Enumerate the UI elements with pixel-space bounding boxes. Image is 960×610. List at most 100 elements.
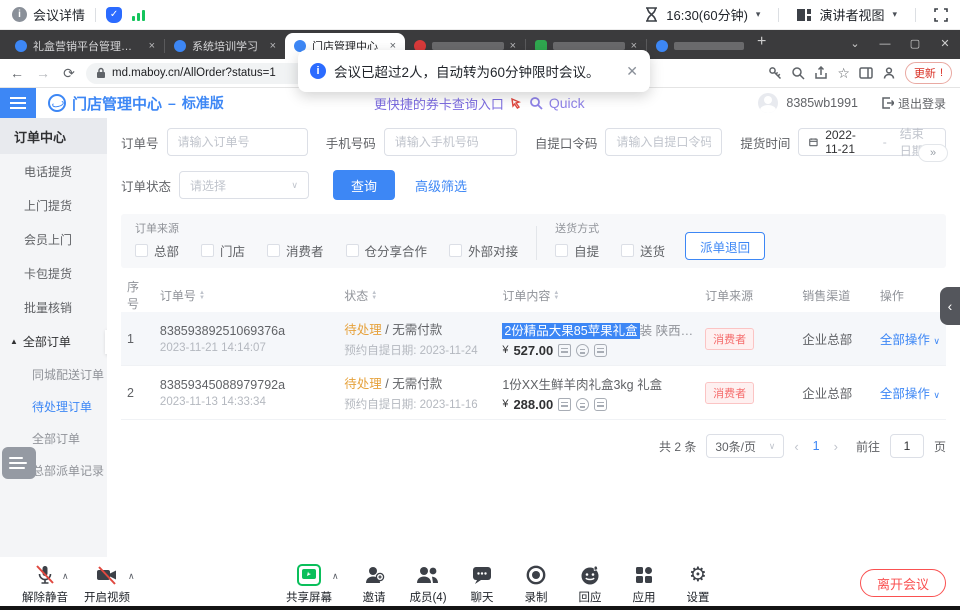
browser-tab-1[interactable]: 礼盒营销平台管理中心 ×	[6, 33, 164, 59]
leave-meeting-button[interactable]: 离开会议	[860, 569, 946, 597]
hamburger-menu-icon[interactable]	[0, 88, 36, 118]
sidebar-item-phone-pickup[interactable]: 电话提货	[0, 154, 107, 188]
invoice-icon[interactable]	[558, 398, 571, 411]
gift-icon[interactable]	[576, 344, 589, 357]
back-button[interactable]: ←	[8, 65, 26, 81]
phone-icon[interactable]	[594, 398, 607, 411]
promo-link[interactable]: 更快捷的券卡查询入口	[374, 94, 504, 113]
table-row[interactable]: 2 83859345088979792a 2023-11-13 14:33:34…	[121, 366, 946, 420]
mic-options-caret[interactable]: ∧	[62, 571, 69, 582]
sidebar-item-city-delivery[interactable]: 同城配送订单	[0, 358, 107, 390]
settings-button[interactable]: ⚙ 设置	[669, 563, 727, 605]
all-actions-dropdown[interactable]: 全部操作 ∨	[880, 387, 940, 401]
reload-button[interactable]: ⟳	[60, 65, 78, 82]
promo-area[interactable]: 更快捷的券卡查询入口 Quick	[374, 94, 585, 113]
gift-icon[interactable]	[576, 398, 589, 411]
sort-icon[interactable]: ▲▼	[371, 291, 377, 301]
col-status[interactable]: 状态▲▼	[338, 278, 496, 312]
forward-button[interactable]: →	[34, 65, 52, 81]
sidebar-item-member-visit[interactable]: 会员上门	[0, 222, 107, 256]
page-size-select[interactable]: 30条/页 ∨	[706, 434, 784, 458]
checkbox-hq[interactable]: 总部	[135, 241, 179, 260]
zoom-icon[interactable]	[791, 66, 805, 80]
network-signal-icon[interactable]	[132, 9, 145, 21]
security-shield-icon[interactable]: ✓	[106, 7, 122, 23]
checkbox-icon[interactable]	[346, 244, 359, 257]
apps-button[interactable]: 应用	[615, 563, 673, 605]
toast-close-icon[interactable]: ✕	[626, 63, 638, 80]
fullscreen-icon[interactable]	[934, 8, 948, 22]
meeting-timer[interactable]: 16:30(60分钟)	[666, 5, 748, 24]
checkbox-icon[interactable]	[201, 244, 214, 257]
checkbox-icon[interactable]	[267, 244, 280, 257]
current-page[interactable]: 1	[809, 439, 824, 453]
next-page-button[interactable]: ›	[834, 439, 838, 454]
tab-close-icon[interactable]: ×	[270, 40, 276, 52]
side-panel-icon[interactable]	[859, 66, 873, 80]
invite-button[interactable]: 邀请	[345, 563, 403, 605]
sidebar-item-card-pickup[interactable]: 卡包提货	[0, 256, 107, 290]
reactions-button[interactable]: 回应	[561, 563, 619, 605]
sidebar-group-all-orders[interactable]: ▲ 全部订单	[0, 324, 107, 358]
view-dropdown-icon[interactable]: ▾	[892, 9, 897, 20]
share-options-caret[interactable]: ∧	[332, 571, 339, 582]
browser-tab-6[interactable]	[647, 33, 753, 59]
user-avatar[interactable]	[758, 93, 778, 113]
dispatch-return-button[interactable]: 派单退回	[685, 232, 765, 260]
pickup-code-input[interactable]	[616, 135, 711, 149]
minimize-button[interactable]: —	[870, 30, 900, 59]
checkbox-icon[interactable]	[621, 244, 634, 257]
unmute-button[interactable]: 解除静音	[16, 563, 74, 605]
logout-button[interactable]: 退出登录	[882, 95, 946, 112]
update-button[interactable]: 更新 !	[905, 62, 952, 84]
maximize-button[interactable]: ▢	[900, 30, 930, 59]
meeting-panel-handle[interactable]: ‹	[940, 287, 960, 325]
sidebar-item-pending-orders[interactable]: 待处理订单	[0, 390, 107, 422]
phone-icon[interactable]	[594, 344, 607, 357]
info-icon[interactable]: i	[12, 7, 27, 22]
prev-page-button[interactable]: ‹	[794, 439, 798, 454]
window-close-button[interactable]: ✕	[930, 30, 960, 59]
members-button[interactable]: 成员(4)	[399, 563, 457, 605]
share-screen-button[interactable]: 共享屏幕	[280, 563, 338, 605]
table-row[interactable]: 1 83859389251069376a 2023-11-21 14:14:07…	[121, 312, 946, 366]
record-button[interactable]: 录制	[507, 563, 565, 605]
password-key-icon[interactable]	[768, 66, 782, 80]
view-mode-label[interactable]: 演讲者视图	[819, 5, 884, 24]
sort-icon[interactable]: ▲▼	[199, 291, 205, 301]
checkbox-warehouse-share[interactable]: 仓分享合作	[346, 241, 428, 260]
order-no-input[interactable]	[178, 135, 297, 149]
checkbox-store[interactable]: 门店	[201, 241, 245, 260]
advanced-filter-link[interactable]: 高级筛选	[415, 176, 467, 195]
profile-icon[interactable]	[882, 66, 896, 80]
video-options-caret[interactable]: ∧	[128, 571, 135, 582]
new-tab-button[interactable]: +	[757, 33, 766, 51]
checkbox-icon[interactable]	[449, 244, 462, 257]
meeting-details-label[interactable]: 会议详情	[33, 5, 85, 24]
checkbox-delivery[interactable]: 送货	[621, 241, 665, 260]
col-content[interactable]: 订单内容▲▼	[496, 278, 699, 312]
start-video-button[interactable]: 开启视频	[78, 563, 136, 605]
goto-page-input[interactable]	[890, 434, 924, 458]
tab-close-icon[interactable]: ×	[149, 40, 155, 52]
sidebar-item-batch-verify[interactable]: 批量核销	[0, 290, 107, 324]
timer-dropdown-icon[interactable]: ▾	[756, 9, 761, 20]
browser-tab-2[interactable]: 系统培训学习 ×	[165, 33, 285, 59]
sidebar-item-door-pickup[interactable]: 上门提货	[0, 188, 107, 222]
start-date-value[interactable]: 2022-11-21	[825, 128, 869, 156]
annotation-list-button[interactable]	[2, 447, 36, 479]
checkbox-icon[interactable]	[555, 244, 568, 257]
sort-icon[interactable]: ▲▼	[553, 291, 559, 301]
checkbox-consumer[interactable]: 消费者	[267, 241, 324, 260]
quick-label[interactable]: Quick	[549, 95, 585, 111]
checkbox-self-pickup[interactable]: 自提	[555, 241, 599, 260]
share-icon[interactable]	[814, 66, 828, 80]
checkbox-external[interactable]: 外部对接	[449, 241, 518, 260]
sidebar-section-order-center[interactable]: 订单中心	[0, 118, 107, 154]
tabs-menu-icon[interactable]: ⌄	[840, 30, 870, 59]
col-order-id[interactable]: 订单号▲▼	[154, 278, 338, 312]
filter-collapse-button[interactable]: »	[918, 144, 948, 162]
all-actions-dropdown[interactable]: 全部操作 ∨	[880, 333, 940, 347]
search-button[interactable]: 查询	[333, 170, 395, 200]
order-status-select[interactable]: 请选择 ∨	[179, 171, 309, 199]
